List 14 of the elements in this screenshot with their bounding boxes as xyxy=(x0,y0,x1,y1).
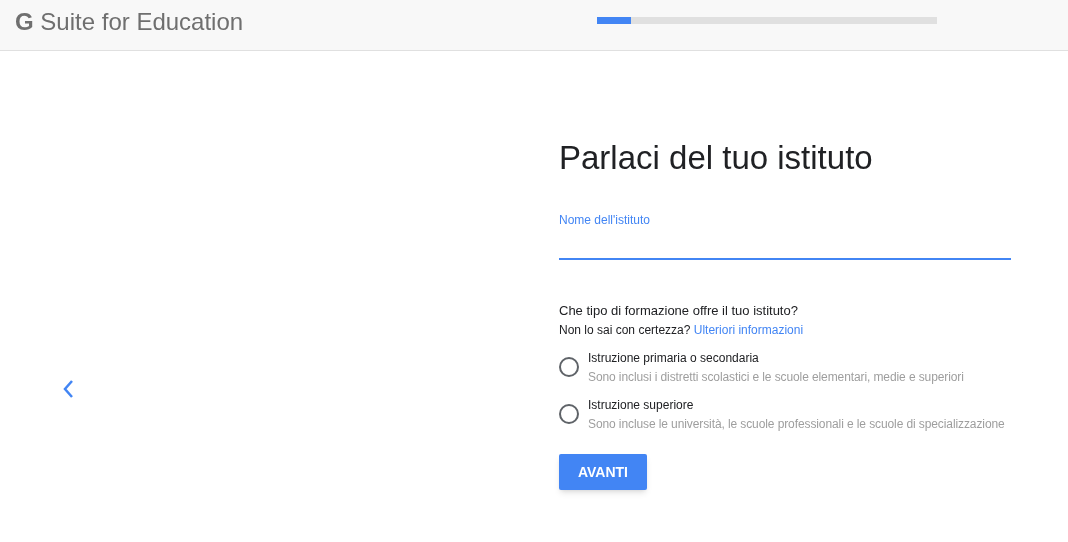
back-icon[interactable] xyxy=(62,379,74,399)
info-link[interactable]: Ulteriori informazioni xyxy=(693,323,804,337)
option-label: Istruzione primaria o secondaria xyxy=(588,350,760,367)
question-text: Che tipo di formazione offre il tuo istituto? xyxy=(559,302,799,320)
logo: G Suite for Education xyxy=(15,7,244,37)
hint-text: Non lo sai con certezza? xyxy=(559,323,691,337)
radio-button[interactable] xyxy=(559,404,579,424)
page-title: Parlaci del tuo istituto xyxy=(559,138,874,178)
option-description: Sono incluse le università, le scuole professionali e le scuole di specializzazione xyxy=(588,416,1005,433)
field-label: Nome dell'istituto xyxy=(559,212,651,228)
next-button[interactable]: AVANTI xyxy=(559,454,647,490)
option-label: Istruzione superiore xyxy=(588,397,695,414)
radio-button[interactable] xyxy=(559,357,579,377)
option-description: Sono inclusi i distretti scolastici e le scuole elementari, medie e superiori xyxy=(588,369,964,386)
